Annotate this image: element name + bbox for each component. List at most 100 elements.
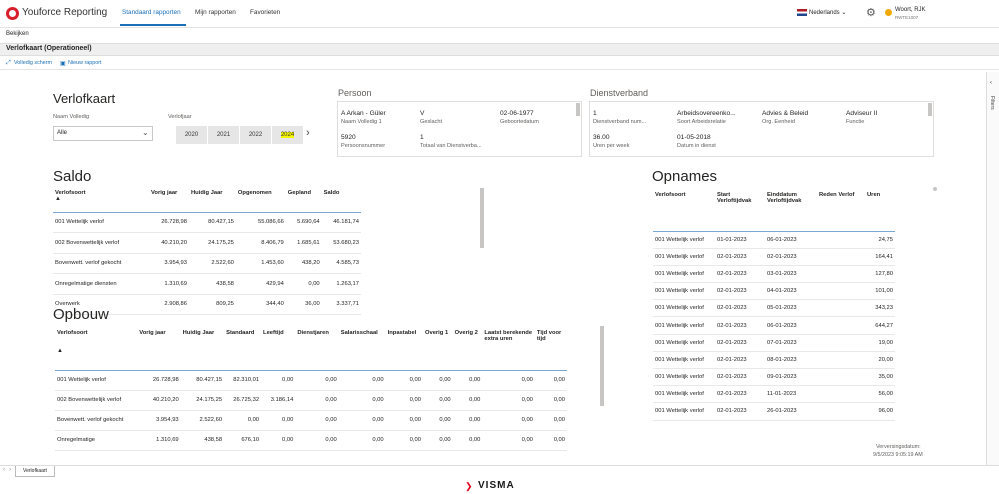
- opbouw-cell: 2.522,60: [199, 417, 223, 423]
- opbouw-col-11[interactable]: Tijd voor tijd: [535, 330, 567, 370]
- saldo-col-vorig[interactable]: Vorig jaar: [149, 190, 189, 212]
- year-2022[interactable]: 2022: [240, 126, 271, 144]
- opbouw-cell: 0,00: [469, 437, 481, 443]
- opbouw-cell: 0,00: [439, 417, 451, 423]
- opnames-col-2[interactable]: Einddatum Verloftijdvak: [765, 192, 817, 231]
- opbouw-col-3[interactable]: Standaard: [224, 330, 261, 370]
- opnames-cell: 02-01-2023: [717, 391, 747, 398]
- opbouw-col-4[interactable]: Leeftijd: [261, 330, 295, 370]
- opnames-cell: 04-01-2023: [767, 288, 797, 295]
- saldo-col-gepland[interactable]: Gepland: [286, 190, 322, 212]
- opnames-col-3[interactable]: Reden Verlof: [817, 192, 865, 231]
- user-name[interactable]: Woort, RJK: [895, 7, 926, 13]
- avatar[interactable]: [885, 9, 892, 16]
- menu-bar: [0, 28, 999, 43]
- opbouw-col-label: Huidig Jaar: [182, 330, 215, 336]
- saldo-col-saldo[interactable]: Saldo: [322, 190, 361, 212]
- year-2024[interactable]: 2024: [272, 126, 303, 144]
- chevron-left-icon[interactable]: ‹: [990, 80, 992, 86]
- opnames-col-0[interactable]: Verlofsoort: [653, 192, 715, 231]
- dv-soort: Arbeidsovereenko...: [677, 110, 736, 117]
- saldo-cell: 46.181,74: [333, 219, 359, 226]
- sort-asc-icon[interactable]: ▲: [55, 196, 61, 202]
- opbouw-cell: 0,00: [325, 417, 337, 423]
- chevron-down-icon[interactable]: ⌄: [142, 128, 149, 137]
- saldo-col-opgenomen[interactable]: Opgenomen: [236, 190, 286, 212]
- report-title: Verlofkaart (Operationeel): [6, 45, 92, 52]
- opbouw-col-0[interactable]: Verlofsoort ▲: [55, 330, 137, 370]
- opnames-col-4[interactable]: Uren: [865, 192, 895, 231]
- opbouw-col-6[interactable]: Salarisschaal: [339, 330, 386, 370]
- persoon-heading: Persoon: [338, 88, 372, 98]
- dv-org-label: Org. Eenheid: [762, 119, 795, 125]
- naam-volledig-dropdown[interactable]: Alle: [53, 126, 153, 141]
- opbouw-cell: 0,00: [282, 377, 294, 383]
- sort-asc-icon[interactable]: ▲: [57, 348, 63, 354]
- opnames-cell: [817, 317, 865, 334]
- opnames-cell: 26-01-2023: [767, 408, 797, 415]
- opnames-cell: 127,80: [875, 270, 893, 277]
- saldo-cell: 001 Wettelijk verlof: [55, 219, 104, 226]
- opnames-cell: 164,41: [875, 253, 893, 260]
- fullscreen-icon[interactable]: ⤢: [6, 60, 11, 67]
- opbouw-col-9[interactable]: Overig 2: [453, 330, 483, 370]
- saldo-col-verlofsoort[interactable]: Verlofsoort ▲: [53, 190, 149, 212]
- filters-label[interactable]: Filters: [989, 96, 995, 110]
- persoon-scrollbar[interactable]: [576, 103, 580, 116]
- saldo-col-huidig[interactable]: Huidig Jaar: [189, 190, 236, 212]
- opnames-cell: 02-01-2023: [717, 270, 747, 277]
- language-selector[interactable]: Nederlands ⌄: [809, 9, 846, 16]
- opbouw-cell: 0,00: [439, 437, 451, 443]
- opbouw-col-label: Overig 1: [424, 330, 449, 336]
- opbouw-col-10[interactable]: Laatst berekende extra uren: [482, 330, 535, 370]
- saldo-cell: 53.680,23: [333, 239, 359, 246]
- opbouw-col-5[interactable]: Dienstjaren: [295, 330, 338, 370]
- table-row: 001 Wettelijk verlof 02-01-2023 05-01-2023…: [653, 300, 895, 317]
- opnames-cell: [817, 369, 865, 386]
- fullscreen-button[interactable]: Volledig scherm: [14, 60, 52, 66]
- opnames-cell: 02-01-2023: [717, 322, 747, 329]
- saldo-cell: 429,94: [266, 280, 284, 287]
- dv-nummer: 1: [593, 110, 597, 117]
- app-title[interactable]: Youforce Reporting: [22, 7, 107, 18]
- opnames-cell: 001 Wettelijk verlof: [655, 391, 704, 398]
- opbouw-col-label: Leeftijd: [263, 330, 284, 336]
- opbouw-scrollbar[interactable]: [600, 326, 604, 406]
- page-next-icon[interactable]: ›: [9, 467, 11, 473]
- filters-pane[interactable]: [986, 72, 999, 467]
- nav-favorieten[interactable]: Favorieten: [250, 9, 280, 16]
- saldo-scrollbar[interactable]: [480, 188, 484, 248]
- table-row: 001 Wettelijk verlof 01-01-2023 06-01-2023…: [653, 231, 895, 249]
- opbouw-col-8[interactable]: Overig 1: [423, 330, 453, 370]
- opnames-cell: 02-01-2023: [717, 408, 747, 415]
- new-report-icon[interactable]: ▣: [60, 60, 66, 67]
- saldo-cell: 8.406,79: [261, 239, 284, 246]
- opnames-cell: 06-01-2023: [767, 322, 797, 329]
- gear-icon[interactable]: ⚙: [866, 6, 876, 19]
- year-2020[interactable]: 2020: [176, 126, 207, 144]
- opnames-scroll-indicator[interactable]: [933, 187, 937, 191]
- opbouw-col-label: Tijd voor tijd: [536, 330, 562, 342]
- opbouw-col-2[interactable]: Huidig Jaar: [181, 330, 224, 370]
- opbouw-cell: 0,00: [282, 437, 294, 443]
- naam-volledig-value: Alle: [57, 130, 68, 136]
- bekijken-menu[interactable]: Bekijken: [6, 31, 29, 37]
- opbouw-rows: 001 Wettelijk verlof 26.728,98 80.427,15 82…: [55, 370, 567, 450]
- page-prev-icon[interactable]: ‹: [3, 467, 5, 473]
- visma-logo-icon: ❯: [465, 481, 473, 491]
- persoon-naam: A Arkan - Güler: [341, 110, 386, 117]
- page-tab-verlofkaart[interactable]: Verlofkaart: [15, 466, 55, 477]
- chevron-right-icon[interactable]: ›: [306, 127, 310, 139]
- opbouw-col-1[interactable]: Vorig jaar: [137, 330, 180, 370]
- dienstverband-scrollbar[interactable]: [928, 103, 932, 116]
- new-report-button[interactable]: Nieuw rapport: [68, 60, 102, 66]
- opnames-cell: 001 Wettelijk verlof: [655, 408, 704, 415]
- opbouw-col-7[interactable]: Inpastabel: [386, 330, 423, 370]
- opbouw-col-label: Vorig jaar: [139, 330, 166, 336]
- opnames-cell: 02-01-2023: [717, 374, 747, 381]
- year-2021[interactable]: 2021: [208, 126, 239, 144]
- opnames-col-1[interactable]: Start Verloftijdvak: [715, 192, 765, 231]
- nav-standaard-rapporten[interactable]: Standaard rapporten: [122, 9, 181, 16]
- opbouw-col-label: Verlofsoort: [57, 330, 88, 336]
- nav-mijn-rapporten[interactable]: Mijn rapporten: [195, 9, 236, 16]
